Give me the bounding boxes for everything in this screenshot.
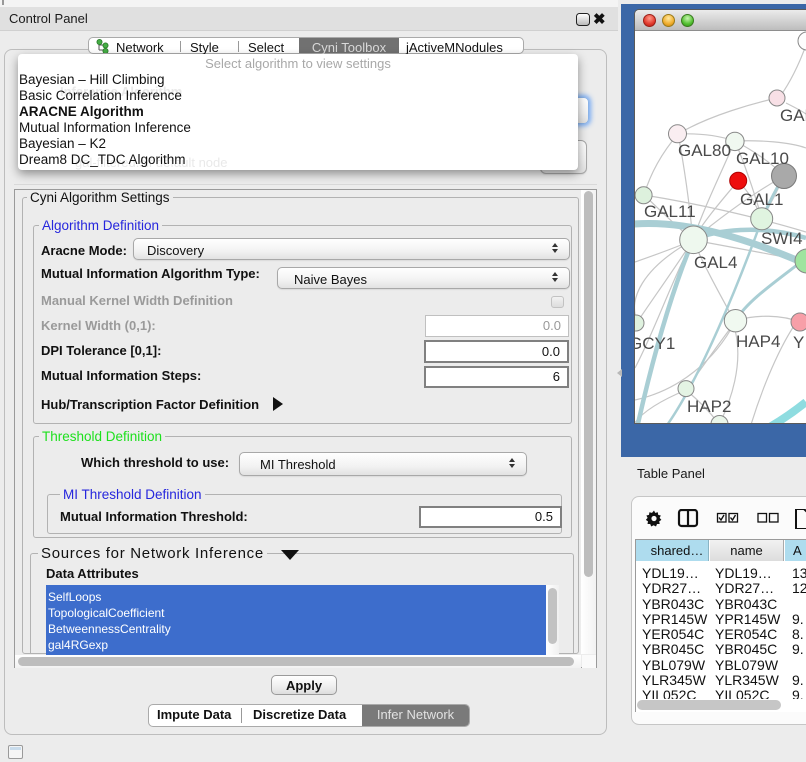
svg-text:HAP2: HAP2: [687, 397, 731, 416]
svg-text:GCY1: GCY1: [635, 334, 675, 353]
svg-text:SWI4: SWI4: [761, 229, 803, 248]
svg-text:HAP4: HAP4: [736, 332, 780, 351]
svg-text:GAL2: GAL2: [780, 106, 806, 125]
svg-text:GAL80: GAL80: [678, 141, 731, 160]
svg-text:GAL1: GAL1: [740, 190, 783, 209]
svg-text:GAL10: GAL10: [736, 149, 789, 168]
svg-text:GAL4: GAL4: [694, 253, 737, 272]
svg-text:Y: Y: [793, 333, 804, 352]
svg-text:GAL11: GAL11: [644, 202, 696, 221]
